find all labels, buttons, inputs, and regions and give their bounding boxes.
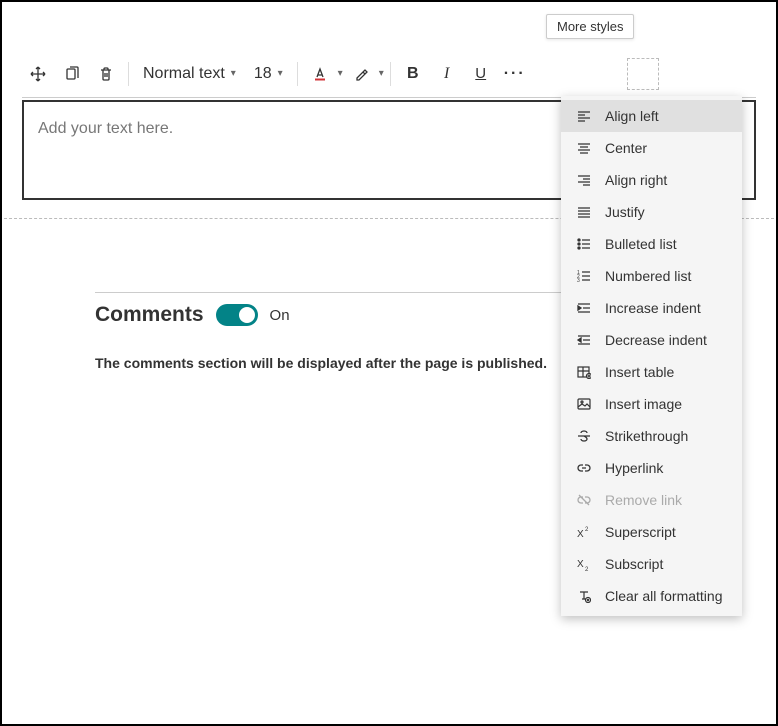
menu-center[interactable]: Center xyxy=(561,132,742,164)
chevron-down-icon: ▾ xyxy=(278,68,283,79)
font-size-select[interactable]: 18▾ xyxy=(246,65,291,83)
menu-increase-indent[interactable]: Increase indent xyxy=(561,292,742,324)
svg-text:X: X xyxy=(577,529,584,539)
menu-align-right[interactable]: Align right xyxy=(561,164,742,196)
chevron-down-icon[interactable]: ▾ xyxy=(338,68,343,79)
menu-remove-link: Remove link xyxy=(561,484,742,516)
divider xyxy=(390,62,391,86)
more-styles-button[interactable]: ··· xyxy=(499,58,531,90)
divider xyxy=(128,62,129,86)
subscript-icon: X2 xyxy=(575,557,593,571)
divider xyxy=(297,62,298,86)
bold-button[interactable]: B xyxy=(397,58,429,90)
delete-button[interactable] xyxy=(90,58,122,90)
menu-hyperlink[interactable]: Hyperlink xyxy=(561,452,742,484)
clear-format-icon xyxy=(575,589,593,603)
svg-text:2: 2 xyxy=(585,527,589,533)
svg-text:X: X xyxy=(577,559,584,570)
chevron-down-icon[interactable]: ▾ xyxy=(379,68,384,79)
menu-decrease-indent[interactable]: Decrease indent xyxy=(561,324,742,356)
italic-button[interactable]: I xyxy=(431,58,463,90)
align-left-icon xyxy=(575,109,593,123)
menu-subscript[interactable]: X2Subscript xyxy=(561,548,742,580)
more-styles-tooltip: More styles xyxy=(546,14,634,39)
align-right-icon xyxy=(575,173,593,187)
comments-toggle-label: On xyxy=(270,307,290,324)
menu-insert-image[interactable]: Insert image xyxy=(561,388,742,420)
menu-strikethrough[interactable]: Strikethrough xyxy=(561,420,742,452)
bulleted-list-icon xyxy=(575,237,593,251)
superscript-icon: X2 xyxy=(575,525,593,539)
link-icon xyxy=(575,461,593,475)
more-styles-menu: Align left Center Align right Justify Bu… xyxy=(561,96,742,616)
menu-justify[interactable]: Justify xyxy=(561,196,742,228)
unlink-icon xyxy=(575,493,593,507)
section-boundary xyxy=(627,58,659,90)
comments-title: Comments xyxy=(95,303,204,327)
menu-numbered-list[interactable]: 123Numbered list xyxy=(561,260,742,292)
table-icon xyxy=(575,365,593,379)
increase-indent-icon xyxy=(575,301,593,315)
justify-icon xyxy=(575,205,593,219)
strikethrough-icon xyxy=(575,429,593,443)
paragraph-style-select[interactable]: Normal text▾ xyxy=(135,65,244,83)
comments-toggle[interactable] xyxy=(216,304,258,326)
menu-bulleted-list[interactable]: Bulleted list xyxy=(561,228,742,260)
decrease-indent-icon xyxy=(575,333,593,347)
menu-clear-formatting[interactable]: Clear all formatting xyxy=(561,580,742,612)
chevron-down-icon: ▾ xyxy=(231,68,236,79)
svg-text:3: 3 xyxy=(577,278,580,283)
align-center-icon xyxy=(575,141,593,155)
svg-text:2: 2 xyxy=(585,567,589,571)
move-button[interactable] xyxy=(22,58,54,90)
menu-superscript[interactable]: X2Superscript xyxy=(561,516,742,548)
numbered-list-icon: 123 xyxy=(575,269,593,283)
underline-button[interactable]: U xyxy=(465,58,497,90)
copy-button[interactable] xyxy=(56,58,88,90)
menu-insert-table[interactable]: Insert table xyxy=(561,356,742,388)
image-icon xyxy=(575,397,593,411)
font-color-button[interactable] xyxy=(304,58,336,90)
highlight-button[interactable] xyxy=(345,58,377,90)
menu-align-left[interactable]: Align left xyxy=(561,100,742,132)
